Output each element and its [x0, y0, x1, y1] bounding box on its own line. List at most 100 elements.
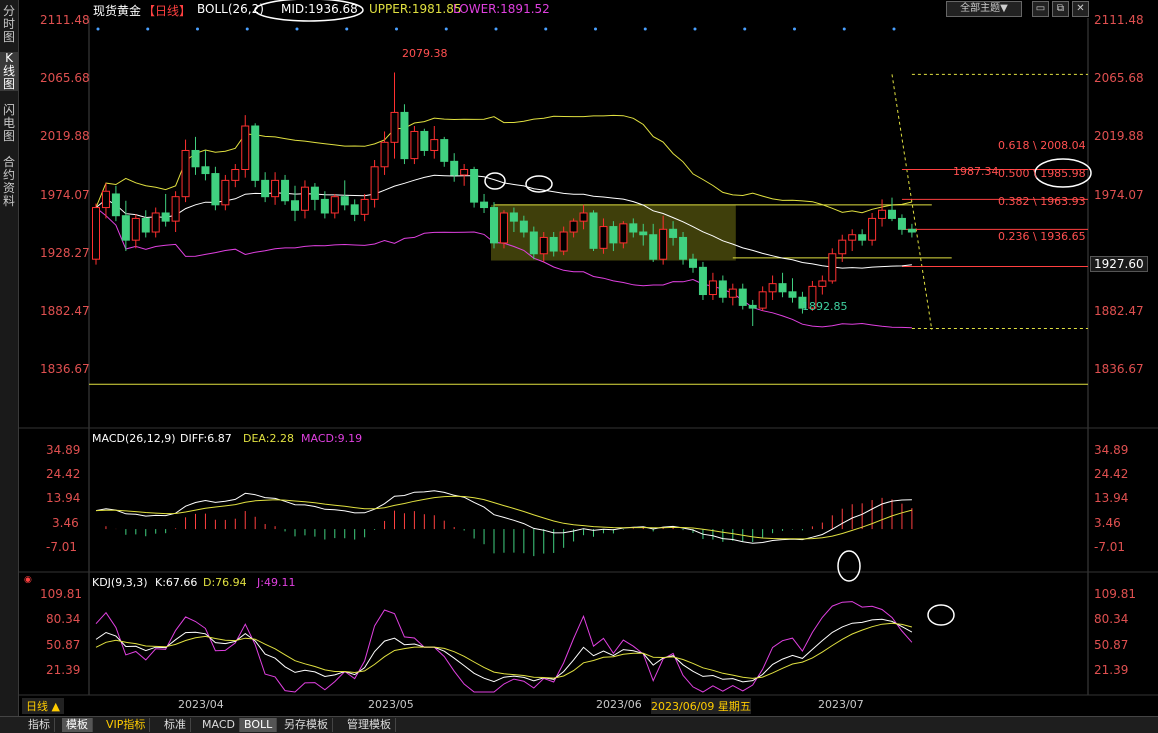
tab-save-template[interactable]: 另存模板: [280, 718, 333, 732]
period-switch-button[interactable]: 日线 ▲: [22, 698, 64, 714]
chart-canvas[interactable]: [0, 0, 1158, 732]
y-label: 2065.68: [1094, 71, 1144, 85]
date-label: 2023/05: [368, 698, 414, 711]
y-label: 1882.47: [1094, 304, 1144, 318]
candle-body: [748, 304, 757, 309]
tab-manage-templates[interactable]: 管理模板: [343, 718, 396, 732]
macd-title: MACD(26,12,9): [92, 432, 176, 445]
candle-body: [848, 234, 857, 241]
candle-body: [868, 217, 877, 241]
candle-body: [579, 212, 588, 222]
macd-dea: DEA:2.28: [243, 432, 294, 445]
y-label: 109.81: [1094, 587, 1136, 601]
candle-body: [201, 166, 210, 175]
candle-body: [539, 236, 548, 255]
candle-body: [261, 179, 270, 198]
candle-body: [390, 111, 399, 143]
y-label: 1836.67: [1094, 362, 1144, 376]
candle-body: [181, 149, 190, 198]
candle-body: [659, 228, 668, 260]
candle-body: [499, 212, 508, 244]
candle-body: [549, 236, 558, 252]
candle-body: [281, 179, 290, 202]
candle-body: [679, 236, 688, 260]
signal-dot: [494, 27, 498, 31]
kdj-title: KDJ(9,3,3): [92, 576, 148, 589]
macd-layer: [95, 490, 913, 557]
candle-body: [698, 266, 707, 296]
settings-dot-icon[interactable]: ◉: [24, 575, 32, 585]
fib-top-label: 1987.34: [953, 165, 999, 178]
candle-body: [211, 173, 220, 206]
candle-body: [111, 193, 120, 217]
candle-body: [907, 228, 916, 233]
kdj-j: J:49.11: [257, 576, 296, 589]
candle-body: [420, 130, 429, 151]
tab-boll[interactable]: BOLL: [240, 718, 278, 732]
candle-body: [191, 149, 200, 168]
bottom-tab-bar: 指标 模板 VIP指标 标准 MACD BOLL 另存模板 管理模板: [0, 716, 1158, 733]
y-label: 50.87: [46, 638, 81, 652]
y-label: 2019.88: [1094, 129, 1144, 143]
date-label: 2023/06: [596, 698, 642, 711]
y-label: -7.01: [46, 540, 78, 554]
y-label: 3.46: [1094, 516, 1121, 530]
candle-body: [350, 204, 359, 215]
candle-body: [818, 280, 827, 287]
candle-body: [768, 283, 777, 293]
candle-body: [708, 280, 717, 296]
tab-standard[interactable]: 标准: [160, 718, 191, 732]
candle-body: [788, 291, 797, 298]
candle-body: [291, 200, 299, 211]
y-label: 1928.27: [40, 246, 90, 260]
kdj-d: D:76.94: [203, 576, 247, 589]
candle-body: [121, 215, 130, 241]
candle-body: [271, 179, 280, 198]
y-label: 3.46: [52, 516, 79, 530]
y-label: 2111.48: [40, 13, 90, 27]
y-label: 21.39: [1094, 663, 1129, 677]
candle-body: [828, 253, 837, 282]
candle-body: [589, 212, 598, 249]
candle-body: [440, 139, 449, 162]
y-label: 2111.48: [1094, 13, 1144, 27]
y-label: 13.94: [46, 491, 81, 505]
signal-dot: [196, 27, 199, 31]
tab-macd[interactable]: MACD: [198, 718, 240, 732]
candlestick-layer: [89, 27, 1088, 385]
annotation-circle-1: [484, 172, 506, 190]
candle-body: [340, 196, 349, 206]
signal-dot: [395, 27, 398, 31]
signal-dot: [693, 27, 697, 31]
candle-body: [460, 168, 469, 176]
candle-body: [480, 201, 489, 209]
y-label: 2019.88: [40, 129, 90, 143]
macd-diff: DIFF:6.87: [180, 432, 232, 445]
fib-618-label: 0.618 \ 2008.04: [998, 139, 1086, 152]
candle-body: [639, 231, 648, 236]
candle-body: [888, 209, 896, 219]
candle-body: [370, 166, 379, 200]
tab-indicators[interactable]: 指标: [24, 718, 55, 732]
signal-dot: [594, 27, 597, 31]
candle-body: [519, 220, 528, 233]
tab-templates[interactable]: 模板: [62, 718, 93, 732]
signal-dot: [146, 27, 150, 31]
signal-dot: [295, 27, 299, 31]
macd-cross-circle: [837, 550, 861, 582]
y-label: 1974.07: [1094, 188, 1144, 202]
signal-dot: [544, 27, 548, 31]
y-label: 80.34: [46, 612, 81, 626]
candle-body: [649, 234, 658, 260]
fib-236-label: 0.236 \ 1936.65: [998, 230, 1086, 243]
date-label: 2023/04: [178, 698, 224, 711]
candle-body: [241, 125, 250, 170]
candle-body: [858, 234, 867, 241]
tab-vip-indicators[interactable]: VIP指标: [102, 718, 151, 732]
candle-body: [300, 186, 309, 211]
candle-body: [251, 125, 260, 181]
y-label: 50.87: [1094, 638, 1129, 652]
candle-body: [838, 239, 847, 255]
candle-body: [758, 291, 767, 309]
y-label: -7.01: [1094, 540, 1126, 554]
